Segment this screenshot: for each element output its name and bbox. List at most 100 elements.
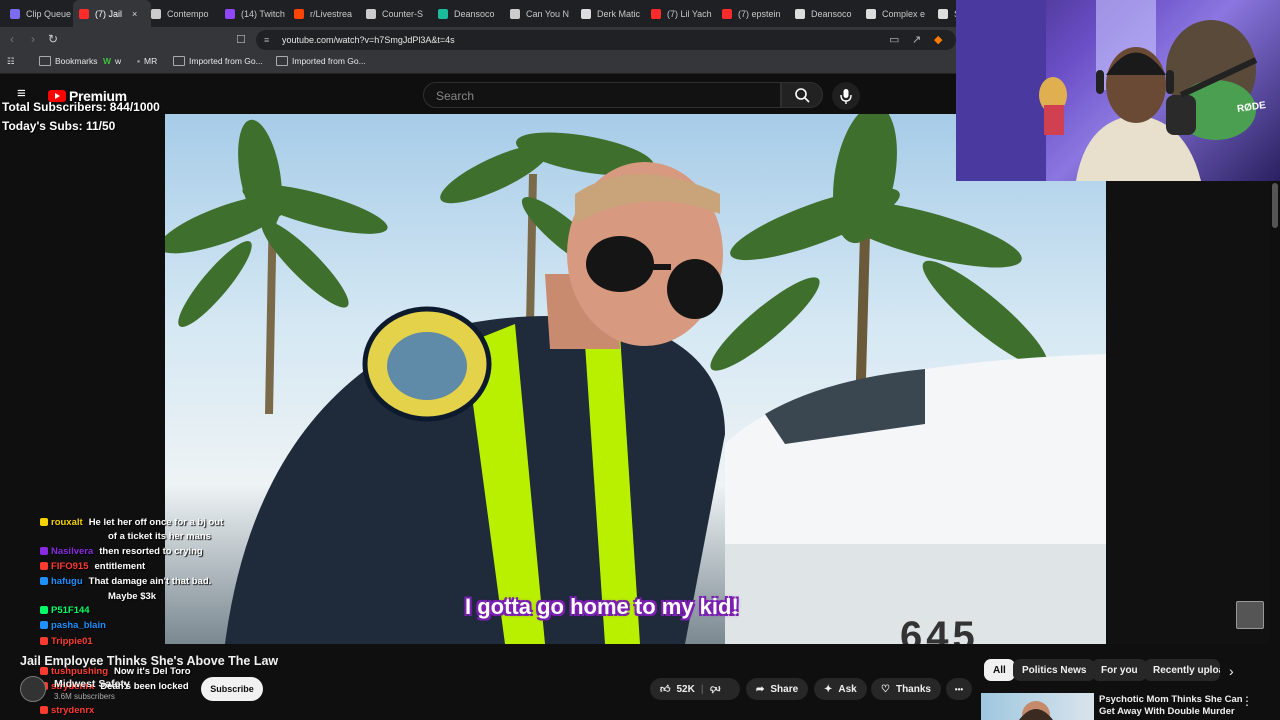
back-icon[interactable]: ‹ <box>10 32 14 46</box>
chat-username[interactable]: Trippie01 <box>51 636 93 647</box>
chat-message: Trippie01 <box>40 636 99 647</box>
bookmark-label: Imported from Go... <box>189 56 263 66</box>
bookmark-item-mr[interactable]: ▪ MR <box>137 56 157 66</box>
tab-favicon-icon <box>438 8 448 19</box>
tab-favicon-icon <box>79 8 89 19</box>
recommended-video-thumbnail[interactable] <box>981 693 1094 720</box>
thumbs-down-icon[interactable]: 👍︎ <box>710 683 720 695</box>
todays-subs-counter: Today's Subs: 11/50 <box>2 119 116 133</box>
chat-badge-icon <box>40 547 48 556</box>
like-count[interactable]: 52K <box>676 684 694 695</box>
thanks-button[interactable]: ♡ Thanks <box>871 678 941 700</box>
tab-label: (7) epstein <box>738 8 781 19</box>
chat-username[interactable]: strydenrx <box>51 705 94 716</box>
channel-subscriber-count: 3.6M subscribers <box>54 692 115 701</box>
video-title: Jail Employee Thinks She's Above The Law <box>20 654 279 668</box>
bookmark-item-imported-2[interactable]: Imported from Go... <box>276 56 366 66</box>
browser-tab[interactable]: Contempo <box>151 0 217 27</box>
divider: | <box>700 683 704 695</box>
search-button[interactable] <box>781 82 823 108</box>
tab-label: Counter-S <box>382 8 424 19</box>
thumbnail-image <box>1019 701 1053 720</box>
bookmark-label: Bookmarks <box>55 56 98 66</box>
video-player[interactable]: 645 <box>165 114 1106 644</box>
filter-chip[interactable]: Politics News <box>1013 659 1096 681</box>
extension-icon[interactable]: ◆ <box>934 33 942 46</box>
browser-address-bar: ‹ › ↻ ☐ ≡ youtube.com/watch?v=h7SmgJdPl3… <box>0 27 956 53</box>
browser-tab[interactable]: Deansoco <box>438 0 504 27</box>
chat-badge-icon <box>40 667 48 676</box>
share-page-icon[interactable]: ↗ <box>912 33 921 46</box>
thanks-label: Thanks <box>895 683 931 695</box>
subscribe-button[interactable]: Subscribe <box>201 677 263 701</box>
browser-tab[interactable]: Can You N <box>510 0 576 27</box>
search-input[interactable] <box>424 83 768 109</box>
chat-message: FIFO915 entitlement <box>40 561 145 572</box>
forward-icon[interactable]: › <box>31 32 35 46</box>
search-icon <box>795 88 810 103</box>
chat-badge-icon <box>40 706 48 715</box>
chat-badge-icon <box>40 621 48 630</box>
chat-message: strydenrx <box>40 705 100 716</box>
browser-tab[interactable]: Counter-S <box>366 0 432 27</box>
url-field[interactable]: ≡ youtube.com/watch?v=h7SmgJdPl3A&t=4s <box>256 30 956 50</box>
channel-avatar[interactable] <box>20 676 46 702</box>
video-side-background <box>1106 181 1270 644</box>
chat-badge-icon <box>40 606 48 615</box>
thumbs-up-icon[interactable]: 👍︎ <box>660 683 670 695</box>
bookmark-label: Imported from Go... <box>292 56 366 66</box>
cast-icon[interactable]: ▭ <box>889 33 899 46</box>
bookmark-item-bookmarks[interactable]: Bookmarks <box>39 56 98 66</box>
menu-icon[interactable]: ≡ <box>17 86 26 101</box>
channel-name[interactable]: Midwest Safety <box>54 678 130 690</box>
browser-tab[interactable]: Complex e <box>866 0 932 27</box>
browser-tab[interactable]: (7) Lil Yach <box>651 0 717 27</box>
tab-label: Deansoco <box>811 8 852 19</box>
bookmark-star-icon[interactable]: ☐ <box>236 33 246 46</box>
bookmark-item-imported-1[interactable]: Imported from Go... <box>173 56 263 66</box>
chat-username[interactable]: hafugu <box>51 576 83 587</box>
browser-tab[interactable]: r/Livestrea <box>294 0 360 27</box>
chat-username[interactable]: P51F144 <box>51 605 90 616</box>
browser-tab[interactable]: (7) Jail × <box>73 0 151 27</box>
url-text: youtube.com/watch?v=h7SmgJdPl3A&t=4s <box>282 35 455 45</box>
scrollbar-thumb[interactable] <box>1272 183 1278 228</box>
tab-close-icon[interactable]: × <box>132 9 137 19</box>
browser-tab[interactable]: Derk Matic <box>581 0 647 27</box>
chevron-right-icon[interactable]: › <box>1229 663 1234 679</box>
chat-message: rouxalt He let her off once for a bj out <box>40 517 223 528</box>
apps-grid-icon[interactable]: ☷ <box>7 56 15 67</box>
browser-tab[interactable]: (7) epstein <box>722 0 788 27</box>
browser-tab[interactable]: (14) Twitch <box>225 0 291 27</box>
share-button[interactable]: ➦ Share <box>746 678 809 700</box>
like-dislike-group: 👍︎ 52K | 👍︎ <box>650 678 740 700</box>
more-vert-icon[interactable]: ⋮ <box>1241 694 1253 708</box>
scrollbar[interactable] <box>1270 181 1280 644</box>
browser-tab[interactable]: Clip Queue <box>10 0 76 27</box>
chat-username[interactable]: Nasilvera <box>51 546 93 557</box>
more-actions-button[interactable]: ••• <box>946 678 972 700</box>
share-arrow-icon: ➦ <box>756 683 765 695</box>
chat-message: Maybe $3k <box>108 591 156 602</box>
chat-username[interactable]: FIFO915 <box>51 561 89 572</box>
browser-tab[interactable]: Deansoco <box>795 0 861 27</box>
recommended-video-title[interactable]: Psychotic Mom Thinks She Can Get Away Wi… <box>1099 694 1249 718</box>
filter-chip[interactable]: Recently uploa <box>1144 659 1220 681</box>
chat-message: P51F144 <box>40 605 96 616</box>
ask-button[interactable]: ✦ Ask <box>814 678 867 700</box>
chat-username[interactable]: rouxalt <box>51 517 83 528</box>
w-logo-icon: W <box>103 56 112 66</box>
tab-favicon-icon <box>510 8 520 19</box>
filter-chip[interactable]: All <box>984 659 1015 681</box>
voice-search-button[interactable] <box>832 82 860 110</box>
chat-username[interactable]: pasha_blain <box>51 620 106 631</box>
chat-badge-icon <box>40 637 48 646</box>
site-info-icon[interactable]: ≡ <box>264 30 269 50</box>
reload-icon[interactable]: ↻ <box>48 32 58 46</box>
chat-text: Maybe $3k <box>108 591 157 602</box>
bookmark-item-w[interactable]: W w <box>103 56 121 66</box>
browser-tab[interactable]: S <box>938 0 956 27</box>
sparkle-icon: ✦ <box>824 683 833 695</box>
folder-icon <box>276 56 288 66</box>
filter-chip[interactable]: For you <box>1092 659 1147 681</box>
